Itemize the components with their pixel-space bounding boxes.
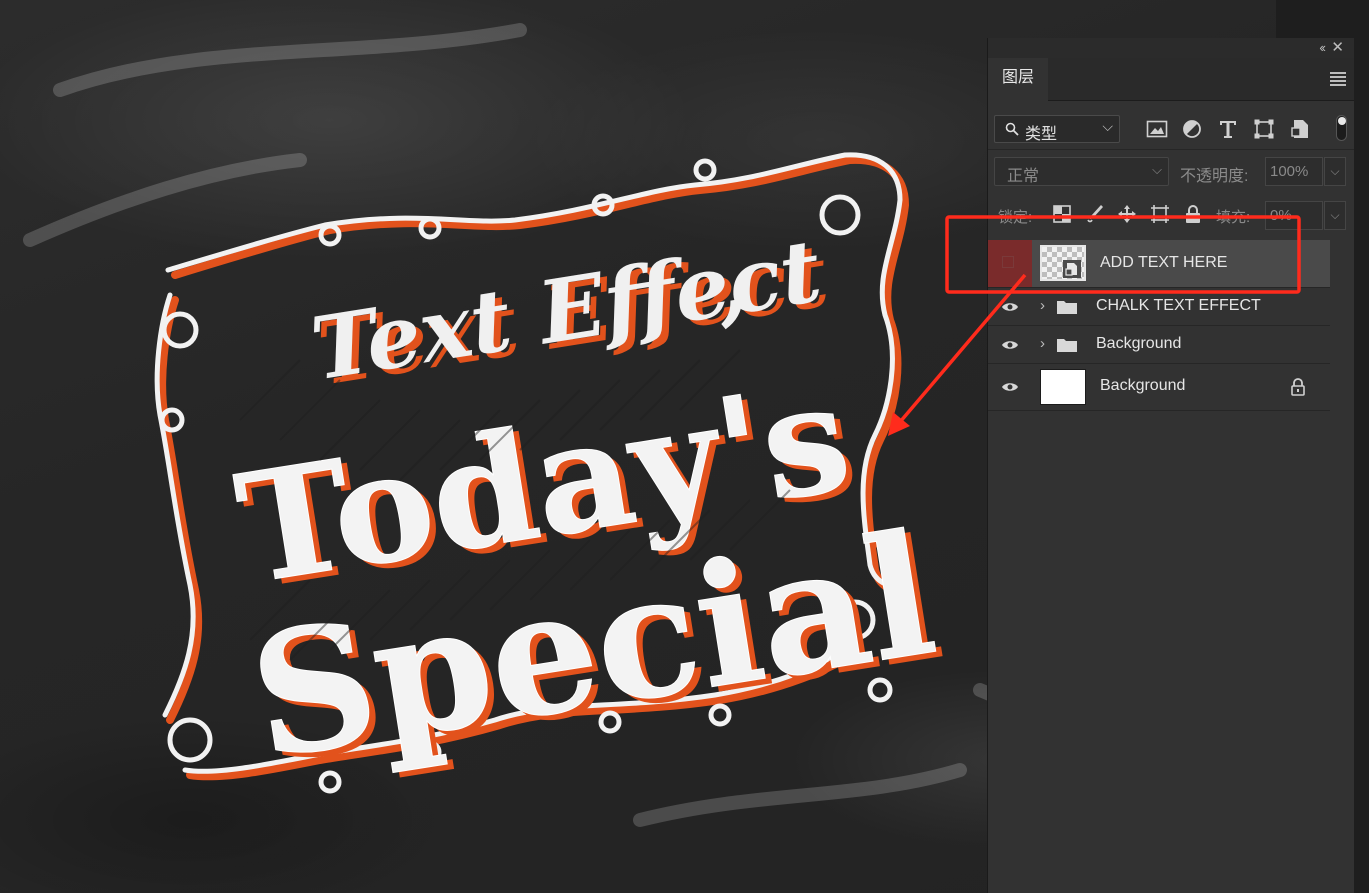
opacity-dropdown-button[interactable]: ⌵ [1324,157,1346,186]
layer-row-chalk-text-effect[interactable]: › CHALK TEXT EFFECT [988,288,1330,326]
filter-type-label: 类型 [1025,126,1058,143]
adjustment-filter-icon[interactable] [1181,119,1203,139]
layer-name: Background [1100,377,1186,394]
panel-menu-icon[interactable] [1330,72,1346,86]
chevron-down-icon: ⌵ [1152,162,1162,177]
search-icon [1005,122,1019,136]
layer-name: CHALK TEXT EFFECT [1096,296,1261,314]
filter-type-select[interactable]: 类型 ⌵ [994,115,1120,143]
lock-position-icon[interactable] [1117,204,1137,224]
fill-dropdown-button[interactable]: ⌵ [1324,201,1346,230]
lock-transparent-pixels-icon[interactable] [1052,204,1072,224]
eye-icon [1002,302,1018,311]
visibility-toggle[interactable] [988,364,1032,410]
panel-header-strip: ‹‹ ✕ [988,38,1354,58]
close-icon[interactable]: ✕ [1331,38,1344,56]
smart-object-badge-icon [1063,260,1081,278]
visibility-toggle[interactable] [988,326,1032,363]
opacity-label: 不透明度: [1180,168,1249,185]
blend-mode-select[interactable]: 正常 ⌵ [994,157,1169,186]
blend-mode-value: 正常 [1007,168,1040,185]
layer-name: ADD TEXT HERE [1100,253,1228,271]
eye-icon [1002,383,1018,391]
lock-image-pixels-icon[interactable] [1085,204,1105,224]
lock-label: 锁定: [998,209,1033,226]
chevron-right-icon[interactable]: › [1040,297,1045,314]
artboard-lock-icon[interactable] [1150,204,1170,224]
layer-list: ADD TEXT HERE › CHALK TEXT EFFECT › Back… [988,240,1330,411]
lock-all-icon[interactable] [1183,204,1203,224]
image-filter-icon[interactable] [1146,119,1168,139]
chevron-down-icon: ⌵ [1102,118,1113,134]
panel-tab-bar: 图层 [988,58,1354,101]
chevron-right-icon[interactable]: › [1040,335,1045,352]
layers-panel: ‹‹ ✕ 图层 类型 ⌵ 正常 ⌵ 不透明度: 100% ⌵ 锁定: 填充: 0… [987,38,1354,893]
hidden-visibility-box [1002,256,1014,268]
collapse-panel-icon[interactable]: ‹‹ [1319,40,1326,55]
folder-icon [1057,338,1077,352]
layer-row-add-text-here[interactable]: ADD TEXT HERE [988,240,1330,288]
opacity-field[interactable]: 100% [1265,157,1323,186]
layer-filter-row: 类型 ⌵ [988,111,1354,145]
folder-icon [1057,300,1077,314]
fill-label: 填充: [1216,209,1251,226]
smart-object-thumbnail [1040,245,1086,281]
layer-name: Background [1096,334,1182,352]
shape-filter-icon[interactable] [1253,119,1275,139]
layer-row-background[interactable]: Background [988,364,1330,411]
filter-toggle-switch[interactable] [1336,115,1347,141]
layer-row-background-group[interactable]: › Background [988,326,1330,364]
layer-thumbnail [1040,369,1086,405]
tab-layers[interactable]: 图层 [988,58,1048,101]
lock-icon [1291,378,1305,396]
divider [988,149,1354,150]
visibility-toggle[interactable] [988,288,1032,325]
smart-object-filter-icon[interactable] [1289,119,1311,139]
eye-icon [1002,340,1018,349]
fill-field[interactable]: 0% [1265,201,1323,230]
visibility-toggle-hidden[interactable] [988,240,1032,287]
type-filter-icon[interactable] [1217,119,1239,139]
